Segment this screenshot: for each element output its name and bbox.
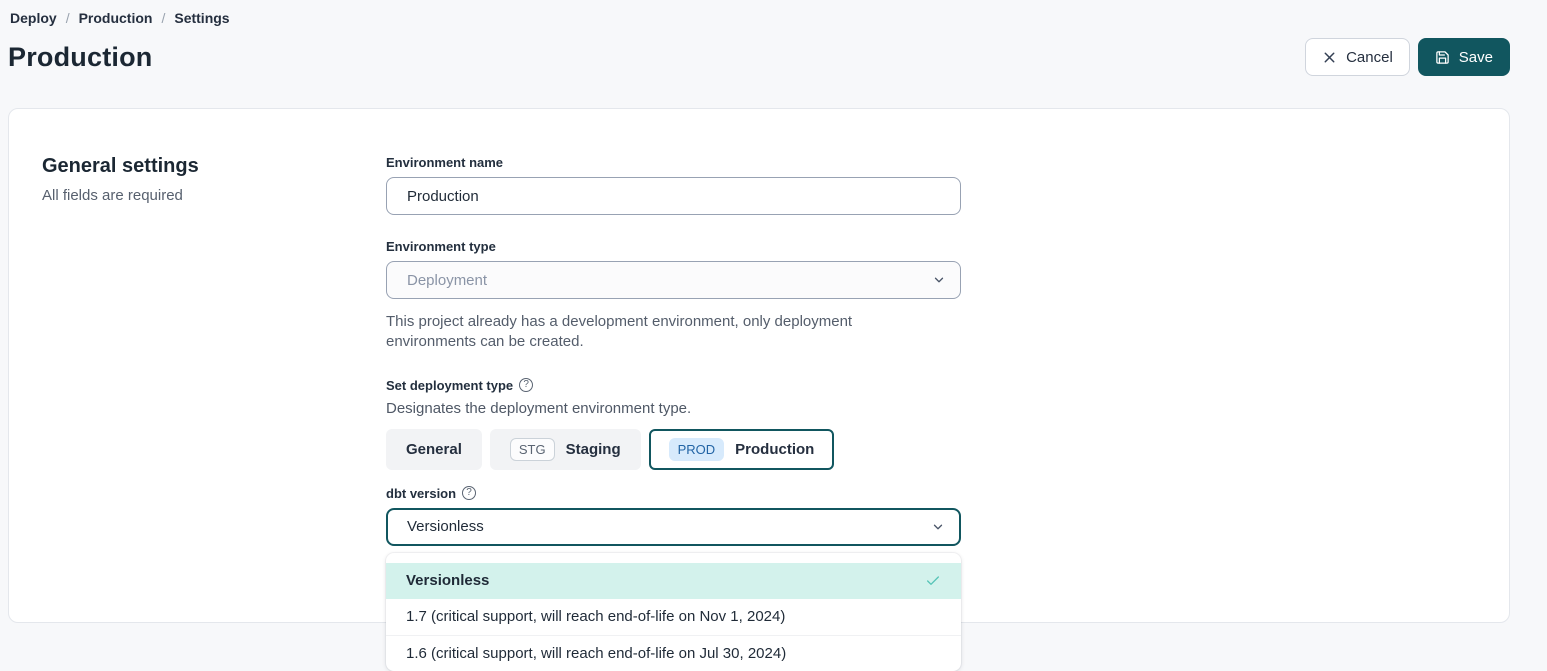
breadcrumb-production[interactable]: Production: [79, 10, 153, 26]
dropdown-option-1-7[interactable]: 1.7 (critical support, will reach end-of…: [386, 599, 961, 635]
deployment-type-staging-button[interactable]: STG Staging: [490, 429, 641, 470]
dbt-version-select[interactable]: Versionless: [386, 508, 961, 546]
settings-form: Environment name Environment type Deploy…: [386, 155, 961, 622]
deployment-type-options: General STG Staging PROD Production: [386, 429, 961, 470]
top-bar: Deploy / Production / Settings Productio…: [0, 0, 1547, 79]
help-icon[interactable]: ?: [519, 378, 533, 392]
dropdown-option-versionless[interactable]: Versionless: [386, 563, 961, 599]
save-icon: [1435, 50, 1450, 65]
environment-type-help-text: This project already has a development e…: [386, 312, 931, 353]
section-subheading: All fields are required: [42, 187, 386, 204]
save-button-label: Save: [1459, 49, 1493, 66]
chevron-down-icon: [932, 273, 946, 287]
dropdown-option-label: 1.6 (critical support, will reach end-of…: [406, 645, 786, 662]
dropdown-option-label: Versionless: [406, 572, 489, 589]
help-icon[interactable]: ?: [462, 486, 476, 500]
breadcrumb-deploy[interactable]: Deploy: [10, 10, 57, 26]
cancel-button-label: Cancel: [1346, 49, 1393, 66]
breadcrumb: Deploy / Production / Settings: [10, 10, 1510, 26]
environment-name-label: Environment name: [386, 155, 961, 170]
check-icon: [925, 573, 941, 589]
breadcrumb-separator: /: [66, 10, 70, 26]
dropdown-option-label: 1.7 (critical support, will reach end-of…: [406, 608, 785, 625]
dbt-version-value: Versionless: [407, 518, 484, 535]
environment-type-value: Deployment: [407, 272, 487, 289]
deployment-type-production-label: Production: [735, 441, 814, 458]
environment-type-label: Environment type: [386, 239, 961, 254]
environment-type-select[interactable]: Deployment: [386, 261, 961, 299]
cancel-button[interactable]: Cancel: [1305, 38, 1410, 76]
save-button[interactable]: Save: [1418, 38, 1510, 76]
dbt-version-label: dbt version ?: [386, 486, 961, 501]
page-header: Production Cancel Save: [10, 35, 1510, 79]
close-icon: [1322, 50, 1337, 65]
environment-name-input[interactable]: [386, 177, 961, 215]
chevron-down-icon: [931, 520, 945, 534]
dropdown-option-1-6[interactable]: 1.6 (critical support, will reach end-of…: [386, 635, 961, 671]
staging-badge: STG: [510, 438, 555, 461]
deployment-type-staging-label: Staging: [566, 441, 621, 458]
section-heading: General settings: [42, 155, 386, 178]
dbt-version-label-text: dbt version: [386, 486, 456, 501]
deployment-type-general-label: General: [406, 441, 462, 458]
deployment-type-production-button[interactable]: PROD Production: [649, 429, 835, 470]
header-actions: Cancel Save: [1305, 38, 1510, 76]
deployment-type-general-button[interactable]: General: [386, 429, 482, 470]
breadcrumb-settings[interactable]: Settings: [174, 10, 229, 26]
page-title: Production: [8, 42, 153, 73]
deployment-type-label: Set deployment type ?: [386, 378, 961, 393]
breadcrumb-separator: /: [161, 10, 165, 26]
dbt-version-dropdown-menu: Versionless 1.7 (critical support, will …: [386, 553, 961, 671]
prod-badge: PROD: [669, 438, 725, 461]
section-intro: General settings All fields are required: [42, 155, 386, 622]
deployment-type-description: Designates the deployment environment ty…: [386, 400, 961, 417]
deployment-type-label-text: Set deployment type: [386, 378, 513, 393]
general-settings-card: General settings All fields are required…: [8, 108, 1510, 623]
